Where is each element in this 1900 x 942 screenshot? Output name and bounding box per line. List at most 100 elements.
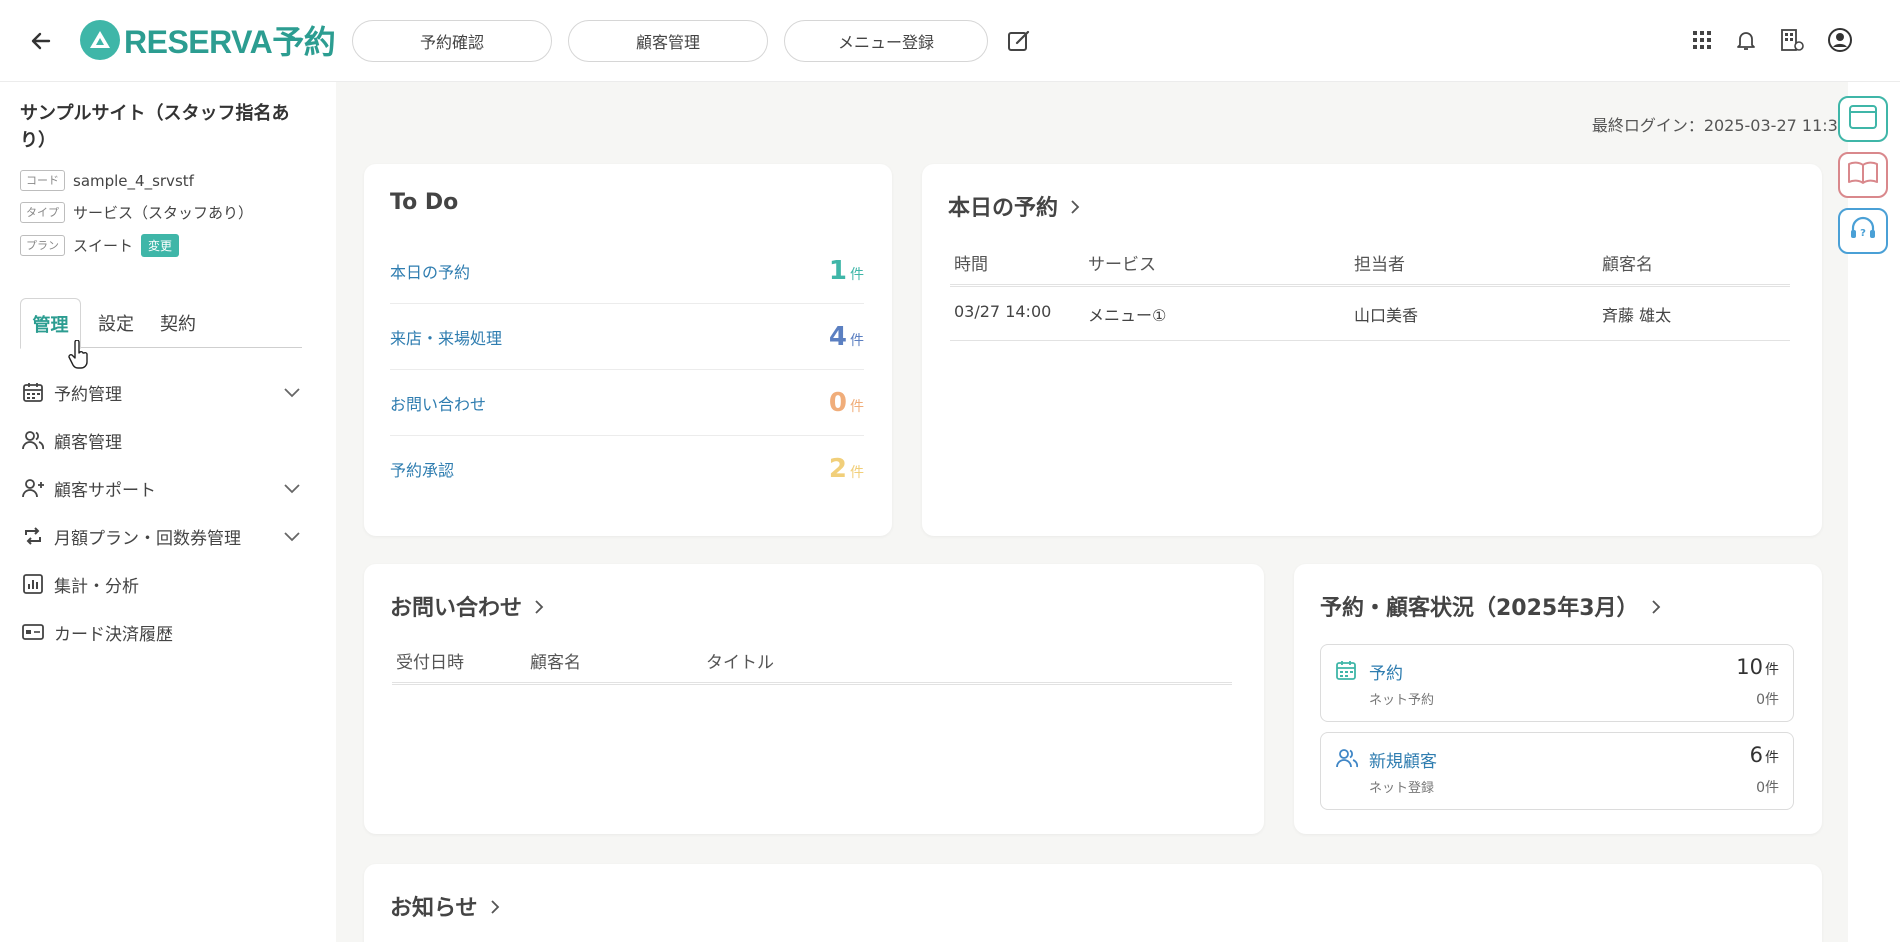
chevron-down-icon[interactable]	[282, 526, 302, 546]
todo-title: To Do	[390, 190, 458, 215]
user-avatar-icon[interactable]	[1826, 26, 1854, 54]
main-content: 最終ログイン：2025-03-27 11:32 To Do 本日の予約 1 件 …	[336, 82, 1848, 942]
todo-count: 4 件	[829, 322, 864, 352]
todo-count-value: 2	[828, 454, 847, 484]
headset-support-icon: ?	[1848, 214, 1878, 248]
chevron-right-icon[interactable]	[1066, 197, 1084, 215]
stat-reservations[interactable]: 予約 ネット予約 10 件 0件	[1320, 644, 1794, 722]
stat-sub-value: 0件	[1756, 692, 1779, 708]
stat-value: 10 件	[1736, 655, 1779, 679]
sidebar-item-label: 顧客サポート	[54, 480, 156, 501]
todo-row-inquiries[interactable]: お問い合わせ 0 件	[390, 370, 864, 436]
todo-label[interactable]: 本日の予約	[390, 259, 470, 283]
row-service: メニュー①	[1088, 306, 1167, 325]
stat-sub-value: 0件	[1756, 780, 1779, 796]
todo-label[interactable]: お問い合わせ	[390, 391, 486, 415]
row-customer: 斉藤 雄太	[1602, 306, 1672, 325]
todo-label[interactable]: 予約承認	[390, 457, 454, 481]
sidebar-item-analytics[interactable]: 集計・分析	[20, 566, 310, 602]
stat-sub-label: ネット予約	[1369, 693, 1435, 708]
user-plus-icon	[20, 475, 46, 501]
sidebar-item-card-payment-history[interactable]: カード決済履歴	[20, 614, 310, 650]
logo-text: RESERVA予約	[124, 24, 336, 60]
reserva-logo[interactable]: RESERVA予約	[80, 18, 336, 62]
todo-count-value: 4	[828, 321, 847, 352]
todo-row-today-reservations[interactable]: 本日の予約 1 件	[390, 238, 864, 304]
stat-value-unit: 件	[1765, 750, 1779, 766]
news-title-text[interactable]: お知らせ	[390, 890, 478, 922]
building-settings-icon[interactable]	[1778, 26, 1806, 54]
logo-triangle-icon	[80, 20, 120, 60]
stat-new-customers[interactable]: 新規顧客 ネット登録 6件 0件	[1320, 732, 1794, 810]
chevron-right-icon[interactable]	[486, 897, 504, 915]
stat-value-number: 10	[1736, 655, 1763, 679]
sidebar-item-customer-support[interactable]: 顧客サポート	[20, 470, 310, 506]
todo-unit: 件	[850, 398, 864, 415]
today-reservations-title[interactable]: 本日の予約	[948, 190, 1084, 222]
inquiries-title[interactable]: お問い合わせ	[390, 590, 548, 622]
sidebar-item-label: 予約管理	[54, 384, 122, 405]
todo-label[interactable]: 来店・来場処理	[390, 325, 502, 349]
todo-row-reservation-approval[interactable]: 予約承認 2 件	[390, 436, 864, 502]
last-login-text: 最終ログイン：2025-03-27 11:32	[1591, 116, 1848, 135]
code-value: sample_4_srvstf	[73, 171, 194, 190]
repeat-icon	[20, 523, 46, 549]
bell-icon[interactable]	[1732, 26, 1760, 54]
site-title: サンプルサイト（スタッフ指名あり）	[20, 103, 290, 151]
news-title[interactable]: お知らせ	[390, 890, 504, 922]
todo-card: To Do 本日の予約 1 件 来店・来場処理 4 件 お問い合わせ 0 件 予…	[364, 164, 892, 536]
plan-tag: プラン	[20, 235, 65, 256]
table-header-customer-name: 顧客名	[530, 653, 581, 673]
apps-grid-icon[interactable]	[1688, 26, 1716, 54]
todo-row-visit-processing[interactable]: 来店・来場処理 4 件	[390, 304, 864, 370]
table-header-service: サービス	[1088, 255, 1156, 275]
sidebar-item-customer-management[interactable]: 顧客管理	[20, 422, 310, 458]
todo-unit: 件	[850, 266, 864, 283]
hand-cursor-icon	[68, 339, 90, 370]
edit-icon[interactable]	[1006, 28, 1032, 54]
sidebar-item-reservation-management[interactable]: 予約管理	[20, 374, 310, 410]
manual-book-button[interactable]	[1838, 152, 1888, 198]
plan-change-button[interactable]: 変更	[141, 234, 180, 257]
status-title-text[interactable]: 予約・顧客状況（2025年3月）	[1320, 590, 1639, 622]
browser-preview-button[interactable]	[1838, 96, 1888, 142]
type-value: サービス（スタッフあり）	[73, 204, 254, 222]
today-reservations-title-text[interactable]: 本日の予約	[948, 190, 1058, 222]
status-card: 予約・顧客状況（2025年3月） 予約 ネット予約 10 件 0件 新規顧客 ネッ…	[1294, 564, 1822, 834]
table-header-staff: 担当者	[1354, 255, 1405, 275]
nav-menu-registration-button[interactable]: メニュー登録	[784, 20, 988, 62]
stat-label[interactable]: 予約	[1369, 659, 1403, 684]
table-header-received-date: 受付日時	[396, 653, 464, 673]
today-reservations-card: 本日の予約 時間 サービス 担当者 顧客名 03/27 14:00 メニュー① …	[922, 164, 1822, 536]
browser-window-icon	[1848, 104, 1878, 134]
chevron-right-icon[interactable]	[530, 597, 548, 615]
users-icon	[20, 427, 46, 453]
chevron-right-icon[interactable]	[1647, 597, 1665, 615]
stat-sub-label: ネット登録	[1369, 781, 1435, 796]
tab-contract[interactable]: 契約	[154, 298, 202, 348]
sidebar-item-subscription-management[interactable]: 月額プラン・回数券管理	[20, 518, 310, 554]
sidebar-item-label: 集計・分析	[54, 576, 139, 597]
inquiries-title-text[interactable]: お問い合わせ	[390, 590, 522, 622]
plan-value: スイート	[73, 237, 134, 255]
calendar-icon	[20, 379, 46, 405]
todo-count-value: 0	[828, 387, 847, 418]
todo-count-value: 1	[828, 255, 847, 286]
sidebar-item-label: カード決済履歴	[54, 624, 173, 645]
todo-count: 2 件	[829, 454, 864, 484]
todo-count: 1 件	[829, 256, 864, 286]
back-arrow-icon[interactable]	[24, 24, 58, 58]
sidebar-tabs: 管理 設定 契約	[20, 298, 302, 349]
todo-count: 0 件	[829, 388, 864, 418]
chevron-down-icon[interactable]	[282, 382, 302, 402]
support-button[interactable]: ?	[1838, 208, 1888, 254]
table-header-time: 時間	[954, 255, 988, 275]
chevron-down-icon[interactable]	[282, 478, 302, 498]
stat-label[interactable]: 新規顧客	[1369, 747, 1437, 772]
inquiries-card: お問い合わせ 受付日時 顧客名 タイトル	[364, 564, 1264, 834]
nav-reservation-check-button[interactable]: 予約確認	[352, 20, 552, 62]
svg-text:?: ?	[1860, 228, 1866, 239]
status-title[interactable]: 予約・顧客状況（2025年3月）	[1320, 590, 1665, 622]
nav-customer-management-button[interactable]: 顧客管理	[568, 20, 768, 62]
tab-settings[interactable]: 設定	[92, 298, 140, 348]
